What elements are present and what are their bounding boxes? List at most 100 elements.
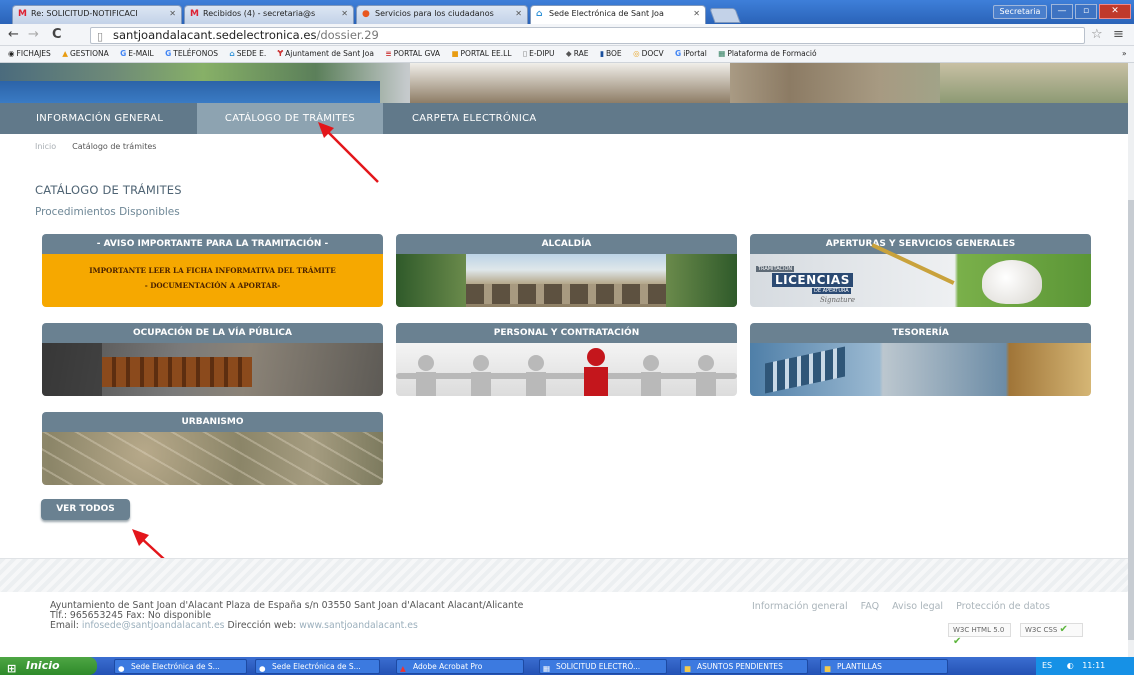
url-domain: santjoandalacant.sedelectronica.es — [113, 28, 317, 42]
bookmark-plataforma[interactable]: ▦ Plataforma de Formació — [718, 49, 816, 58]
card-title: OCUPACIÓN DE LA VÍA PÚBLICA — [42, 323, 383, 343]
card-ocupacion-via-publica[interactable]: OCUPACIÓN DE LA VÍA PÚBLICA — [42, 323, 383, 396]
ver-todos-button[interactable]: VER TODOS — [41, 499, 130, 520]
bookmark-telefonos[interactable]: G TELÉFONOS — [165, 49, 218, 58]
notice-line: - DOCUMENTACIÓN A APORTAR- — [144, 281, 281, 290]
bookmark-portal-gva[interactable]: ≡ PORTAL GVA — [385, 49, 440, 58]
taskbar-item-solicitud[interactable]: ▦ SOLICITUD ELECTRÓ... — [539, 659, 667, 674]
taskbar-item-asuntos-pendientes[interactable]: ■ ASUNTOS PENDIENTES — [680, 659, 808, 674]
google-icon: G — [165, 49, 172, 58]
browser-tab-3[interactable]: ● Servicios para los ciudadanos ✕ — [356, 5, 528, 24]
bookmark-fichajes[interactable]: ◉ FICHAJES — [8, 49, 51, 58]
tab-label: Sede Electrónica de Sant Joa — [549, 9, 664, 18]
bookmark-boe[interactable]: ▮ BOE — [600, 49, 622, 58]
breadcrumb: Inicio Catálogo de trámites — [35, 142, 156, 151]
bookmark-gestiona[interactable]: ▲ GESTIONA — [62, 49, 109, 58]
maximize-icon[interactable]: ▫ — [1075, 4, 1097, 19]
email-label: Email: — [50, 620, 79, 631]
email-link[interactable]: infosede@santjoandalacant.es — [82, 620, 225, 631]
tab-label: Servicios para los ciudadanos — [375, 9, 494, 18]
folder-icon: ■ — [824, 664, 832, 673]
main-nav: INFORMACIÓN GENERAL CATÁLOGO DE TRÁMITES… — [0, 103, 1128, 134]
breadcrumb-home-link[interactable]: Inicio — [35, 142, 56, 151]
bookmark-edipu[interactable]: ▯ E-DIPU — [523, 49, 555, 58]
tab-label: Recibidos (4) - secretaria@s — [203, 9, 316, 18]
close-icon[interactable]: ✕ — [169, 9, 176, 18]
browser-tab-2[interactable]: M Recibidos (4) - secretaria@s ✕ — [184, 5, 354, 24]
tab-label: Re: SOLICITUD-NOTIFICACI — [31, 9, 138, 18]
bookmark-iportal[interactable]: GiPortal — [675, 49, 707, 58]
footer-links: Información general FAQ Aviso legal Prot… — [752, 601, 1060, 612]
google-icon: G — [120, 49, 127, 58]
card-aperturas-servicios[interactable]: APERTURAS Y SERVICIOS GENERALES TRAMITAC… — [750, 234, 1091, 307]
browser-tab-4-active[interactable]: ⌂ Sede Electrónica de Sant Joa ✕ — [530, 5, 706, 24]
card-urbanismo[interactable]: URBANISMO — [42, 412, 383, 485]
taskbar-item-plantillas[interactable]: ■ PLANTILLAS — [820, 659, 948, 674]
card-title: TESORERÍA — [750, 323, 1091, 343]
hands-icon: ● — [362, 9, 370, 19]
card-title: APERTURAS Y SERVICIOS GENERALES — [750, 234, 1091, 254]
minimize-icon[interactable]: — — [1051, 4, 1073, 19]
star-icon[interactable]: ☆ — [1091, 27, 1103, 42]
page-icon: ▯ — [522, 49, 528, 58]
bookmark-portal-eell[interactable]: ■ PORTAL EE.LL — [451, 49, 511, 58]
more-bookmarks-icon[interactable]: » — [1122, 49, 1127, 58]
start-button[interactable]: ⊞ Inicio — [0, 657, 97, 675]
new-tab-button[interactable] — [709, 8, 741, 23]
url-path: /dossier.29 — [316, 28, 379, 42]
browser-tab-1[interactable]: M Re: SOLICITUD-NOTIFICACI ✕ — [12, 5, 182, 24]
card-image-people — [396, 343, 737, 396]
bookmark-sede[interactable]: ⌂ SEDE E. — [229, 49, 266, 58]
page-icon: ▯ — [97, 30, 104, 43]
language-indicator[interactable]: ES — [1042, 661, 1052, 670]
w3c-css-badge[interactable]: W3C CSS ✔ — [1020, 623, 1083, 637]
card-aviso-importante[interactable]: - AVISO IMPORTANTE PARA LA TRAMITACIÓN -… — [42, 234, 383, 307]
page-title: CATÁLOGO DE TRÁMITES — [35, 183, 182, 197]
taskbar-item-chrome-1[interactable]: ● Sede Electrónica de S... — [114, 659, 247, 674]
close-window-icon[interactable]: ✕ — [1099, 4, 1131, 19]
back-icon[interactable]: ← — [8, 27, 19, 42]
close-icon[interactable]: ✕ — [341, 9, 348, 18]
card-title: PERSONAL Y CONTRATACIÓN — [396, 323, 737, 343]
sede-icon: ⌂ — [536, 9, 543, 19]
url-input[interactable]: ▯ santjoandalacant.sedelectronica.es/dos… — [90, 27, 1085, 44]
footer-link-aviso-legal[interactable]: Aviso legal — [892, 601, 943, 612]
clock[interactable]: 11:11 — [1082, 661, 1105, 670]
profile-button[interactable]: Secretaria — [993, 5, 1047, 19]
close-icon[interactable]: ✕ — [515, 9, 522, 18]
taskbar-item-acrobat[interactable]: ▲ Adobe Acrobat Pro — [396, 659, 524, 674]
card-notice-body: IMPORTANTE LEER LA FICHA INFORMATIVA DEL… — [42, 254, 383, 307]
bookmark-rae[interactable]: ◆ RAE — [566, 49, 589, 58]
network-icon[interactable]: ◐ — [1067, 661, 1074, 670]
menu-icon[interactable]: ≡ — [1113, 27, 1124, 42]
card-tesoreria[interactable]: TESORERÍA — [750, 323, 1091, 396]
nav-informacion-general[interactable]: INFORMACIÓN GENERAL — [0, 103, 197, 134]
scrollbar-thumb[interactable] — [1128, 200, 1134, 640]
web-link[interactable]: www.santjoandalacant.es — [299, 620, 418, 631]
w3c-html-badge[interactable]: W3C HTML 5.0 ✔ — [948, 623, 1011, 647]
red-arrow-annotation — [318, 122, 379, 183]
bookmark-docv[interactable]: ◎ DOCV — [633, 49, 664, 58]
card-alcaldia[interactable]: ALCALDÍA — [396, 234, 737, 307]
check-icon: ✔ — [1059, 624, 1068, 635]
sede-icon: ⌂ — [229, 49, 235, 58]
close-icon[interactable]: ✕ — [693, 9, 700, 18]
system-tray: ES ◐ 11:11 — [1036, 657, 1134, 675]
card-image-terrace — [42, 343, 383, 396]
footer-link-faq[interactable]: FAQ — [861, 601, 879, 612]
nav-carpeta-electronica[interactable]: CARPETA ELECTRÓNICA — [412, 103, 592, 134]
google-icon: G — [675, 49, 682, 58]
bookmark-ajuntament[interactable]: Ɏ Ajuntament de Sant Joa — [278, 49, 374, 58]
taskbar-item-chrome-2[interactable]: ● Sede Electrónica de S... — [255, 659, 380, 674]
card-personal-contratacion[interactable]: PERSONAL Y CONTRATACIÓN — [396, 323, 737, 396]
forward-icon[interactable]: → — [28, 27, 39, 42]
footer-link-informacion[interactable]: Información general — [752, 601, 848, 612]
portal-icon: ■ — [451, 49, 459, 58]
card-image-town-hall — [396, 254, 737, 307]
plataforma-icon: ▦ — [718, 49, 726, 58]
boe-icon: ▮ — [599, 49, 605, 58]
reload-icon[interactable]: C — [52, 27, 62, 42]
bookmark-email[interactable]: G E-MAIL — [120, 49, 154, 58]
windows-logo-icon: ⊞ — [7, 662, 17, 675]
footer-link-proteccion-datos[interactable]: Protección de datos — [956, 601, 1050, 612]
